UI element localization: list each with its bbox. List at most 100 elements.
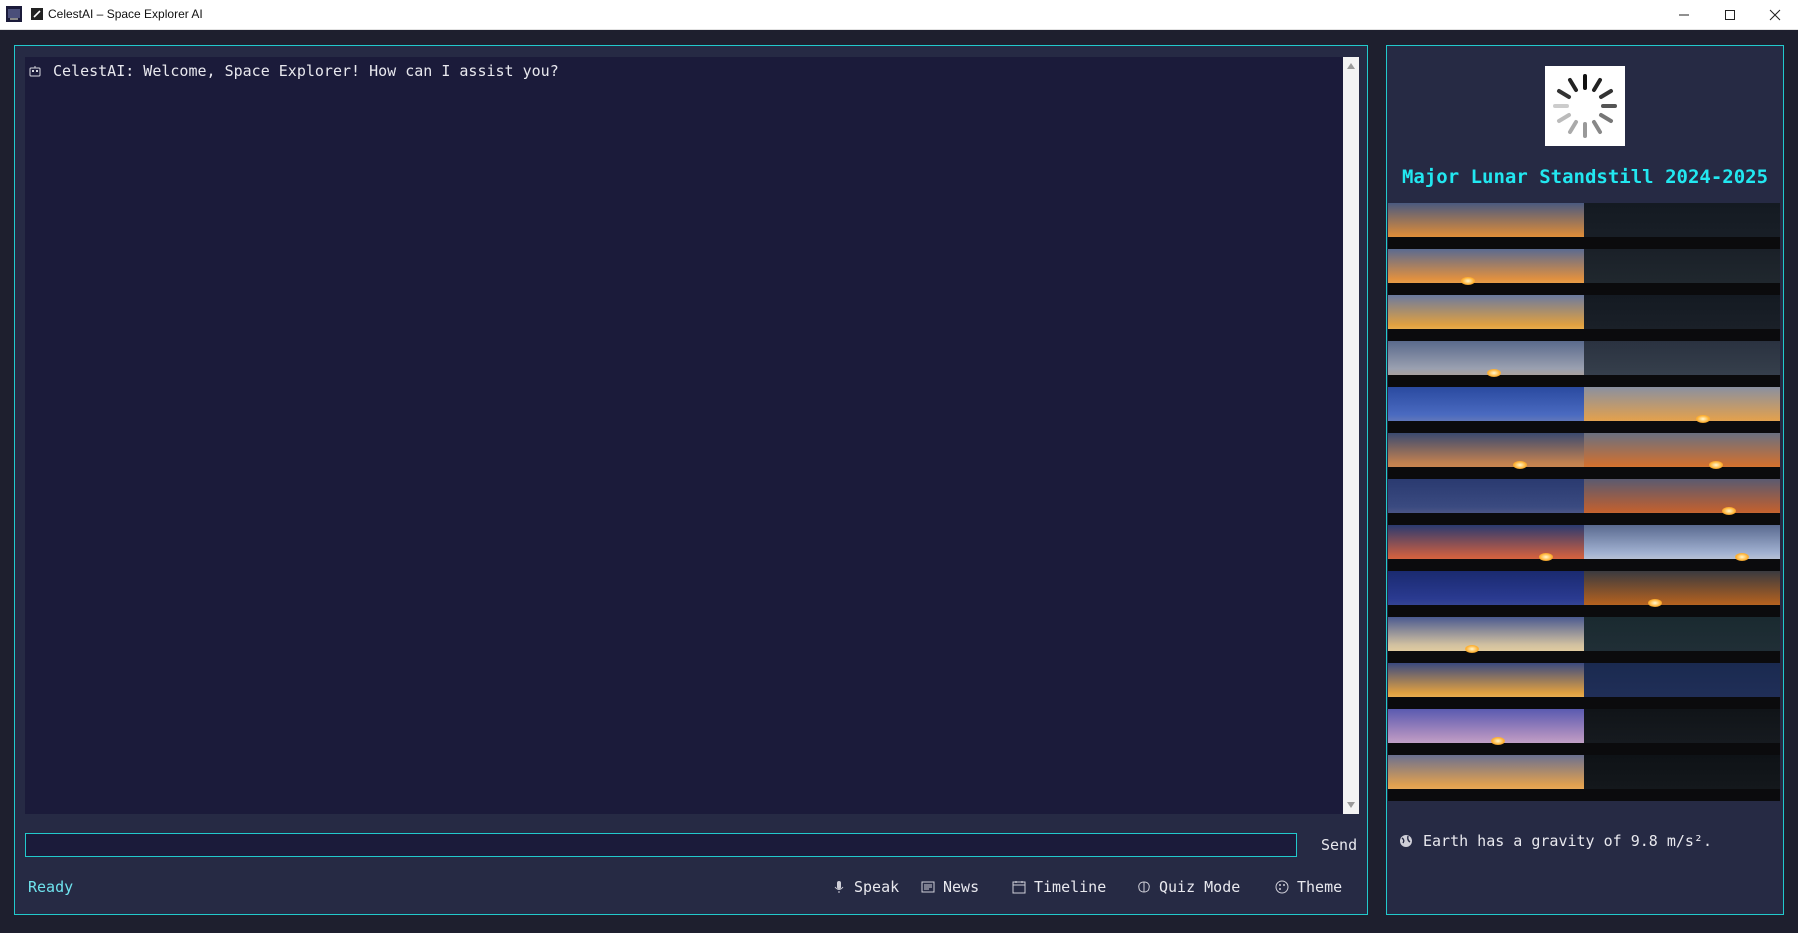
- main-panel: CelestAI: Welcome, Space Explorer! How c…: [14, 45, 1368, 915]
- quiz-mode-button[interactable]: Quiz Mode: [1137, 878, 1240, 896]
- document-icon: [31, 8, 43, 20]
- photo-tile: [1584, 479, 1780, 525]
- feature-title: Major Lunar Standstill 2024-2025: [1401, 166, 1769, 188]
- tile-horizon: [1388, 789, 1584, 801]
- tile-horizon: [1388, 329, 1584, 341]
- tile-sun: [1735, 553, 1749, 561]
- tile-sun: [1722, 507, 1736, 515]
- tile-horizon: [1388, 605, 1584, 617]
- photo-tile: [1388, 479, 1584, 525]
- tile-horizon: [1388, 375, 1584, 387]
- fact-line: Earth has a gravity of 9.8 m/s².: [1399, 832, 1712, 850]
- tile-horizon: [1584, 697, 1780, 709]
- tile-sun: [1513, 461, 1527, 469]
- spinner-icon: [1545, 66, 1625, 146]
- photo-tile: [1388, 755, 1584, 801]
- tile-horizon: [1584, 421, 1780, 433]
- photo-tile: [1584, 387, 1780, 433]
- photo-tile: [1388, 709, 1584, 755]
- tile-horizon: [1584, 789, 1780, 801]
- lunar-standstill-image: [1388, 203, 1780, 804]
- photo-tile: [1388, 525, 1584, 571]
- tile-horizon: [1584, 513, 1780, 525]
- brain-icon: [1137, 880, 1151, 894]
- photo-tile: [1584, 663, 1780, 709]
- timeline-button[interactable]: Timeline: [1012, 878, 1106, 896]
- close-icon: [1769, 9, 1781, 20]
- tile-sun: [1465, 645, 1479, 653]
- tile-horizon: [1388, 559, 1584, 571]
- newspaper-icon: [921, 880, 935, 894]
- window-title: CelestAI – Space Explorer AI: [48, 7, 203, 21]
- photo-tile: [1584, 755, 1780, 801]
- theme-label: Theme: [1297, 878, 1343, 896]
- news-button[interactable]: News: [921, 878, 979, 896]
- scroll-up-arrow-icon[interactable]: [1347, 63, 1355, 69]
- photo-tile: [1584, 709, 1780, 755]
- microphone-icon: [832, 880, 846, 894]
- close-button[interactable]: [1752, 0, 1798, 29]
- maximize-button[interactable]: [1707, 0, 1753, 29]
- robot-icon: [29, 66, 41, 77]
- tile-horizon: [1584, 375, 1780, 387]
- maximize-icon: [1725, 9, 1735, 20]
- photo-tile: [1584, 525, 1780, 571]
- photo-tile: [1388, 387, 1584, 433]
- photo-tile: [1388, 433, 1584, 479]
- photo-tile: [1584, 433, 1780, 479]
- speak-button[interactable]: Speak: [832, 878, 899, 896]
- minimize-icon: [1679, 14, 1689, 15]
- photo-tile: [1388, 341, 1584, 387]
- background-strip: [0, 918, 1798, 933]
- tile-horizon: [1584, 605, 1780, 617]
- side-panel: Major Lunar Standstill 2024-2025 Earth h…: [1386, 45, 1784, 915]
- photo-tile: [1388, 203, 1584, 249]
- photo-tile: [1584, 249, 1780, 295]
- photo-tile: [1388, 617, 1584, 663]
- send-button[interactable]: Send: [1321, 834, 1357, 856]
- photo-tile: [1388, 663, 1584, 709]
- app-icon: [6, 6, 22, 22]
- photo-tile: [1584, 341, 1780, 387]
- tile-horizon: [1388, 697, 1584, 709]
- speak-label: Speak: [854, 878, 900, 896]
- tile-horizon: [1584, 283, 1780, 295]
- photo-tile: [1388, 295, 1584, 341]
- photo-tile: [1584, 571, 1780, 617]
- fact-text: Earth has a gravity of 9.8 m/s².: [1423, 832, 1712, 850]
- tile-sun: [1696, 415, 1710, 423]
- tile-horizon: [1388, 283, 1584, 295]
- tile-sun: [1461, 277, 1475, 285]
- message-input[interactable]: [25, 833, 1297, 857]
- photo-tile: [1584, 295, 1780, 341]
- theme-button[interactable]: Theme: [1275, 878, 1342, 896]
- photo-tile: [1388, 571, 1584, 617]
- tile-horizon: [1388, 743, 1584, 755]
- photo-tile: [1388, 249, 1584, 295]
- tile-sun: [1709, 461, 1723, 469]
- tile-horizon: [1584, 651, 1780, 663]
- chat-log[interactable]: CelestAI: Welcome, Space Explorer! How c…: [25, 57, 1359, 814]
- timeline-label: Timeline: [1034, 878, 1107, 896]
- window-titlebar: CelestAI – Space Explorer AI: [0, 0, 1798, 30]
- tile-horizon: [1388, 237, 1584, 249]
- tile-sun: [1487, 369, 1501, 377]
- tile-horizon: [1388, 467, 1584, 479]
- news-label: News: [943, 878, 980, 896]
- palette-icon: [1275, 880, 1289, 894]
- tile-sun: [1648, 599, 1662, 607]
- tile-sun: [1539, 553, 1553, 561]
- scroll-down-arrow-icon[interactable]: [1347, 802, 1355, 808]
- tile-horizon: [1388, 421, 1584, 433]
- globe-icon: [1400, 835, 1412, 847]
- tile-horizon: [1584, 329, 1780, 341]
- tile-horizon: [1584, 743, 1780, 755]
- photo-tile: [1584, 617, 1780, 663]
- quiz-mode-label: Quiz Mode: [1159, 878, 1241, 896]
- calendar-icon: [1012, 880, 1026, 894]
- tile-horizon: [1388, 651, 1584, 663]
- chat-message: CelestAI: Welcome, Space Explorer! How c…: [25, 62, 1343, 80]
- tile-horizon: [1388, 513, 1584, 525]
- minimize-button[interactable]: [1661, 0, 1707, 29]
- chat-scrollbar[interactable]: [1343, 57, 1359, 814]
